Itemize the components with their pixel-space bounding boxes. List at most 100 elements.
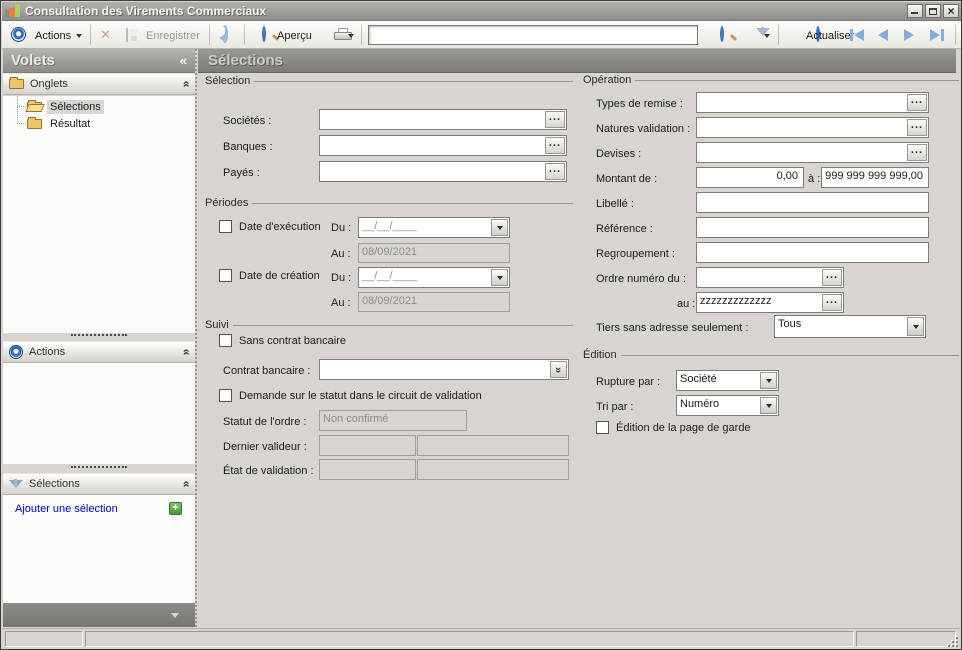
regroupement-field[interactable] (696, 242, 929, 263)
tree-item-selections[interactable]: Sélections (27, 100, 104, 114)
regroupement-label: Regroupement : (596, 248, 675, 260)
collapse-section-icon[interactable]: » (179, 349, 193, 356)
tree-item-resultat[interactable]: Résultat (27, 117, 93, 131)
devises-field[interactable]: ... (696, 142, 929, 163)
previous-record-button[interactable] (878, 29, 888, 41)
ordre-numero-au-field[interactable]: zzzzzzzzzzzzz... (696, 292, 844, 313)
group-caption-edition: Édition (579, 349, 621, 361)
save-icon[interactable] (126, 28, 128, 42)
ordre-numero-du-field[interactable]: ... (696, 267, 844, 288)
sans-contrat-checkbox[interactable] (219, 334, 232, 347)
date-execution-checkbox[interactable] (219, 220, 232, 233)
group-line-edition (579, 355, 959, 356)
montant-de-label: Montant de : (596, 173, 658, 185)
natures-validation-label: Natures validation : (596, 123, 691, 135)
rupture-par-label: Rupture par : (596, 376, 661, 388)
next-record-button[interactable] (904, 29, 914, 41)
actions-menu-button[interactable]: Actions (35, 30, 71, 42)
rupture-par-combo[interactable]: Société (676, 370, 779, 391)
banques-field[interactable]: ... (319, 135, 567, 156)
combo-dropdown-button[interactable] (760, 397, 777, 414)
group-caption-operation: Opération (579, 74, 636, 86)
section-header-onglets[interactable]: Onglets » (3, 73, 195, 95)
devises-browse-button[interactable]: ... (907, 144, 927, 161)
ordre-du-browse-button[interactable]: ... (822, 269, 842, 286)
group-caption-periodes: Périodes (201, 197, 253, 209)
actions-caret-icon[interactable] (76, 34, 82, 38)
search-icon[interactable] (720, 26, 724, 42)
natures-validation-browse-button[interactable]: ... (907, 119, 927, 136)
payes-browse-button[interactable]: ... (545, 163, 565, 180)
contrat-combo[interactable]: » (319, 359, 569, 380)
preview-magnifier-icon[interactable] (262, 26, 266, 42)
combo-dropdown-button[interactable] (491, 219, 508, 236)
natures-validation-field[interactable]: ... (696, 117, 929, 138)
tree-connector (17, 96, 18, 124)
double-chevron-down-icon: » (552, 366, 565, 373)
status-cell-3 (856, 631, 956, 647)
page-garde-label: Édition de la page de garde (616, 422, 751, 434)
minimize-button[interactable] (907, 4, 923, 18)
maximize-button[interactable] (925, 4, 941, 18)
payes-label: Payés : (223, 167, 260, 179)
types-remise-field[interactable]: ... (696, 92, 929, 113)
group-line-selection (201, 81, 573, 82)
actions-target-icon[interactable] (11, 27, 26, 42)
first-record-button[interactable] (850, 29, 864, 41)
splitter-handle[interactable] (71, 466, 127, 468)
folder-icon (27, 117, 42, 129)
panel-splitter[interactable] (195, 49, 198, 627)
montant-from-field[interactable]: 0,00 (696, 167, 804, 188)
types-remise-browse-button[interactable]: ... (907, 94, 927, 111)
section-header-selections[interactable]: Sélections » (3, 473, 195, 495)
title-bar: Consultation des Virements Commerciaux × (2, 2, 961, 21)
tri-par-combo[interactable]: Numéro (676, 395, 779, 416)
ordre-numero-label: Ordre numéro du : (596, 273, 686, 285)
refresh-icon[interactable] (222, 25, 228, 43)
chevron-down-icon (765, 403, 772, 408)
libelle-field[interactable] (696, 192, 929, 213)
collapse-section-icon[interactable]: » (179, 81, 193, 88)
statut-ordre-label: Statut de l'ordre : (223, 416, 307, 428)
reference-field[interactable] (696, 217, 929, 238)
demande-statut-checkbox[interactable] (219, 389, 232, 402)
add-selection-link[interactable]: Ajouter une sélection (15, 503, 118, 515)
date-execution-du-combo[interactable]: __/__/____ (358, 217, 510, 238)
chevron-down-icon (765, 378, 772, 383)
resize-grip[interactable] (948, 637, 958, 647)
preview-button[interactable]: Aperçu (277, 30, 312, 42)
payes-field[interactable]: ... (319, 161, 567, 182)
tiers-combo[interactable]: Tous (774, 315, 926, 338)
save-button[interactable]: Enregistrer (146, 30, 200, 42)
last-record-button[interactable] (930, 29, 944, 41)
section-header-actions[interactable]: Actions » (3, 341, 195, 363)
minimize-icon (911, 12, 918, 14)
societes-field[interactable]: ... (319, 109, 567, 130)
date-creation-du-combo[interactable]: __/__/____ (358, 267, 510, 288)
combo-dropdown-button[interactable] (491, 269, 508, 286)
collapse-section-icon[interactable]: » (179, 481, 193, 488)
montant-to-field[interactable]: 999 999 999 999,00 (821, 167, 929, 188)
combo-double-dropdown-button[interactable]: » (550, 361, 567, 378)
close-button[interactable]: × (943, 4, 959, 18)
app-window: Consultation des Virements Commerciaux ×… (0, 0, 962, 650)
societes-browse-button[interactable]: ... (545, 111, 565, 128)
combo-dropdown-button[interactable] (907, 317, 924, 336)
delete-icon[interactable]: ✕ (100, 27, 111, 43)
combo-dropdown-button[interactable] (760, 372, 777, 389)
panel-bottom-bar[interactable] (3, 603, 195, 627)
splitter-handle[interactable] (71, 334, 127, 336)
banques-browse-button[interactable]: ... (545, 137, 565, 154)
filter-funnel-icon[interactable] (756, 28, 770, 48)
print-caret-icon[interactable] (348, 34, 354, 38)
actualiser-button[interactable]: Actualiser (806, 30, 854, 42)
page-garde-checkbox[interactable] (596, 421, 609, 434)
ordre-au-browse-button[interactable]: ... (822, 294, 842, 311)
filter-caret-icon[interactable] (764, 34, 770, 38)
a-label: à : (808, 173, 821, 185)
search-input[interactable] (368, 25, 698, 45)
collapse-panel-icon[interactable]: « (180, 53, 187, 68)
add-plus-icon[interactable]: + (169, 502, 182, 515)
devises-label: Devises : (596, 148, 642, 160)
date-creation-checkbox[interactable] (219, 269, 232, 282)
